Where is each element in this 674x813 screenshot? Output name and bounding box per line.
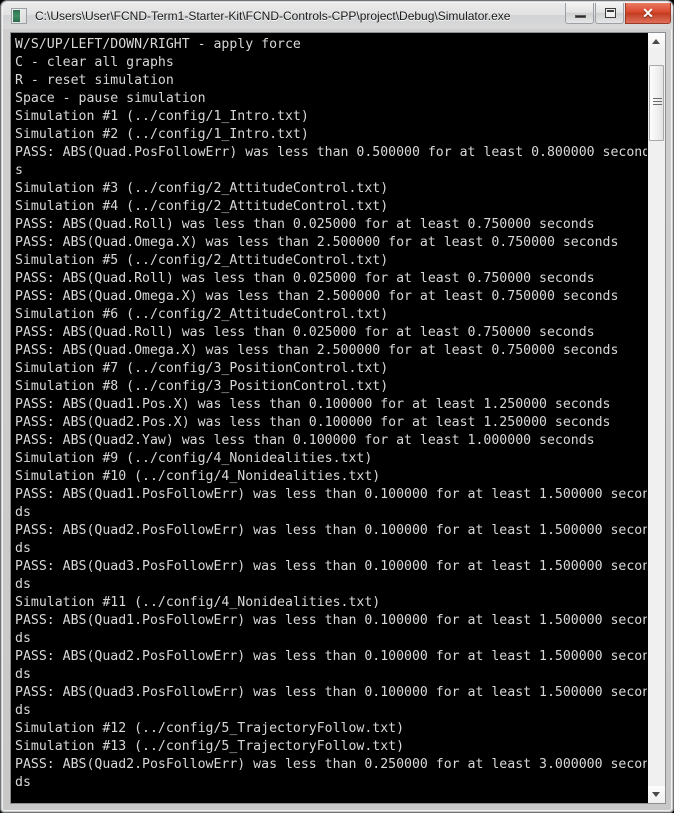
console-window: C:\Users\User\FCND-Term1-Starter-Kit\FCN… (0, 0, 674, 813)
close-icon: ✕ (642, 5, 654, 21)
scrollbar-grip-icon (653, 98, 662, 108)
vertical-scrollbar[interactable] (647, 33, 665, 803)
scroll-up-arrow-icon (652, 39, 660, 44)
scrollbar-track[interactable] (648, 50, 665, 786)
scroll-down-button[interactable] (648, 786, 665, 803)
maximize-button[interactable] (595, 3, 624, 24)
console-app-icon (11, 8, 27, 24)
scroll-up-button[interactable] (648, 33, 665, 50)
maximize-icon (605, 8, 616, 18)
console-client-area: W/S/UP/LEFT/DOWN/RIGHT - apply force C -… (10, 32, 666, 804)
console-output[interactable]: W/S/UP/LEFT/DOWN/RIGHT - apply force C -… (11, 33, 647, 803)
scroll-down-arrow-icon (652, 792, 660, 797)
minimize-button[interactable] (565, 3, 594, 24)
title-bar[interactable]: C:\Users\User\FCND-Term1-Starter-Kit\FCN… (3, 3, 673, 29)
minimize-icon (575, 15, 586, 18)
window-controls: ✕ (564, 3, 671, 25)
close-button[interactable]: ✕ (625, 3, 671, 24)
scrollbar-thumb[interactable] (649, 65, 664, 141)
